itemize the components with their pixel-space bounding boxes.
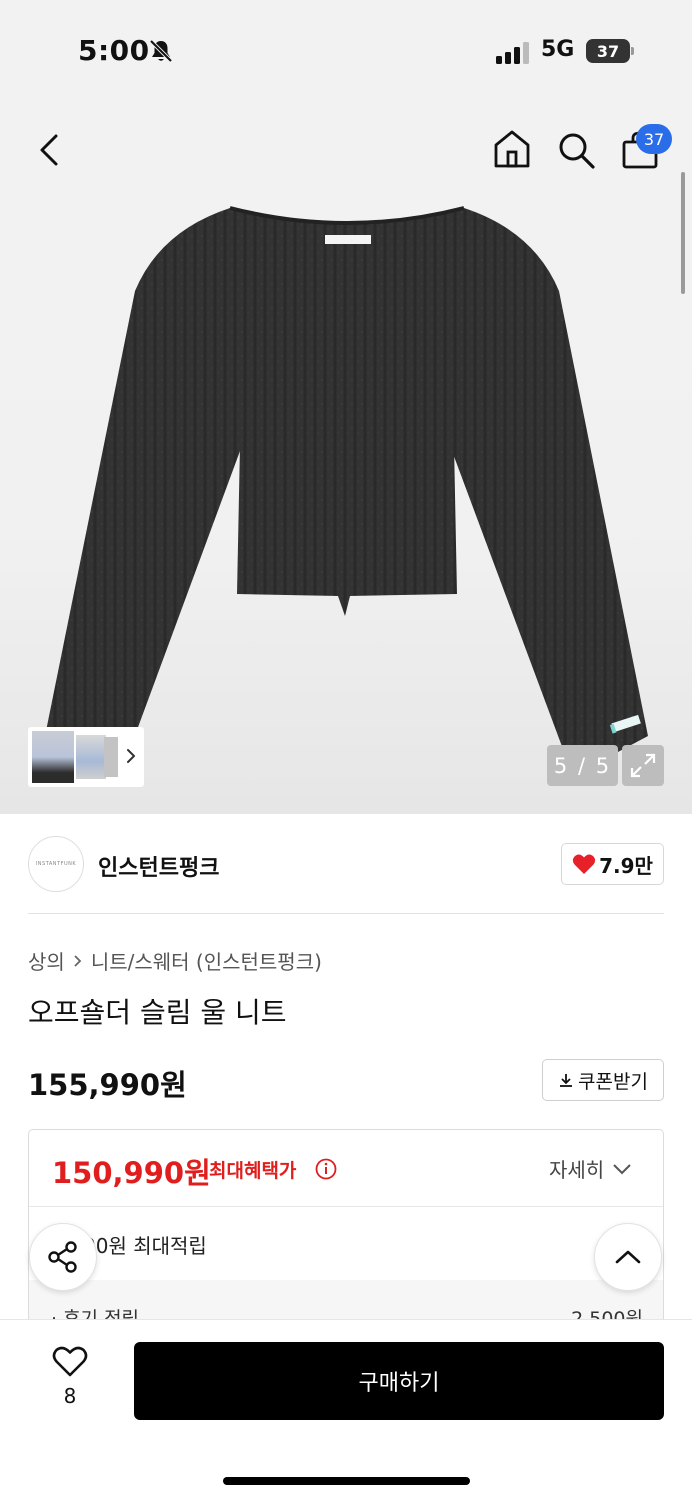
thumbnail-image[interactable] (76, 735, 106, 779)
wishlist-count: 8 (63, 1384, 77, 1408)
benefit-detail-label: 자세히 (549, 1158, 605, 1182)
max-points-text: 00원 최대적립 (83, 1234, 207, 1258)
brand-like-button[interactable]: 7.9만 (561, 843, 664, 885)
search-icon[interactable] (556, 130, 596, 170)
thumbnail-strip[interactable] (28, 727, 144, 787)
bottom-action-bar: 8 구매하기 (0, 1319, 692, 1500)
expand-button[interactable] (622, 745, 664, 786)
buy-button[interactable]: 구매하기 (134, 1342, 664, 1420)
divider (28, 913, 664, 914)
brand-logo[interactable]: INSTANTFUNK (28, 836, 84, 892)
heart-icon (572, 854, 596, 874)
home-icon[interactable] (492, 128, 532, 170)
breadcrumb-subcategory[interactable]: 니트/스웨터 (인스턴트펑크) (91, 946, 322, 975)
info-icon[interactable] (315, 1158, 337, 1180)
chevron-right-icon (74, 954, 82, 967)
scroll-top-button[interactable] (594, 1223, 662, 1291)
brand-logo-text: INSTANTFUNK (35, 861, 77, 867)
breadcrumb: 상의 니트/스웨터 (인스턴트펑크) (28, 946, 322, 975)
heart-outline-icon (52, 1346, 88, 1377)
signal-icon (496, 42, 529, 64)
product-image[interactable] (40, 196, 654, 780)
breadcrumb-category[interactable]: 상의 (28, 946, 65, 975)
thumbnail-image[interactable] (104, 737, 118, 777)
home-indicator (223, 1477, 470, 1485)
network-label: 5G (541, 37, 575, 62)
brand-like-count: 7.9만 (599, 853, 653, 878)
wishlist-button[interactable]: 8 (46, 1346, 94, 1412)
card-divider (29, 1206, 663, 1207)
bell-slash-icon (149, 39, 173, 63)
expand-icon (630, 753, 656, 778)
max-benefit-price: 150,990원 (52, 1156, 211, 1190)
chevron-down-icon (613, 1163, 631, 1174)
cart-count-badge: 37 (636, 124, 672, 154)
share-button[interactable] (29, 1223, 97, 1291)
thumbnail-image[interactable] (32, 731, 74, 783)
max-benefit-label: 최대혜택가 (209, 1160, 297, 1182)
benefit-card: 150,990원 최대혜택가 자세히 00원 최대적립 · 후기 적립 2,50… (28, 1129, 664, 1329)
image-page-indicator: 5 / 5 (547, 745, 618, 786)
share-icon (48, 1241, 77, 1273)
brand-name[interactable]: 인스턴트펑크 (98, 850, 219, 882)
scrollbar[interactable] (681, 172, 685, 294)
battery-indicator: 37 (586, 39, 630, 63)
benefit-detail-toggle[interactable]: 자세히 (549, 1154, 632, 1183)
product-price: 155,990원 (28, 1068, 187, 1102)
status-bar: 5:00 5G 37 (0, 0, 692, 100)
chevron-up-icon (615, 1250, 641, 1264)
status-time: 5:00 (78, 34, 150, 67)
coupon-button[interactable]: 쿠폰받기 (542, 1059, 664, 1101)
product-image-gallery[interactable]: 37 5 / 5 (0, 100, 692, 814)
chevron-right-icon[interactable] (124, 745, 138, 767)
coupon-button-label: 쿠폰받기 (578, 1070, 648, 1093)
battery-nub (631, 47, 634, 55)
back-icon[interactable] (30, 130, 70, 170)
product-title: 오프숄더 슬림 울 니트 (28, 996, 287, 1029)
download-icon (560, 1074, 573, 1087)
